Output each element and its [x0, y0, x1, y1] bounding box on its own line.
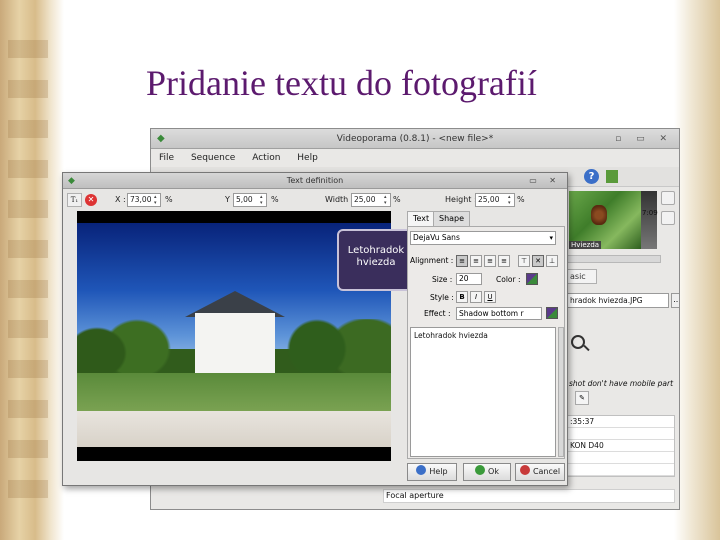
width-label: Width :: [325, 195, 354, 204]
dialog-button-row: Help Ok Cancel: [407, 461, 567, 483]
image-thumbnail-next[interactable]: [641, 191, 657, 249]
dialog-window-controls[interactable]: ▭ ✕: [529, 173, 561, 189]
decorative-left-border: [0, 0, 64, 540]
underline-button[interactable]: U: [484, 291, 496, 303]
photo-lawn: [77, 373, 391, 411]
valign-middle-icon[interactable]: ✕: [532, 255, 544, 267]
tab-text[interactable]: Text: [407, 211, 436, 226]
alignment-label: Alignment :: [410, 256, 454, 265]
search-icon[interactable]: [571, 335, 585, 349]
text-content-area[interactable]: Letohradok hviezda: [410, 327, 556, 457]
exit-icon[interactable]: [606, 170, 618, 183]
ok-button[interactable]: Ok: [463, 463, 511, 481]
x-label: X :: [115, 195, 126, 204]
dialog-title: Text definition: [286, 176, 344, 185]
cancel-button-label: Cancel: [532, 467, 561, 476]
main-titlebar: ◆ Videoporama (0.8.1) - <new file>* ▫ ▭ …: [151, 129, 679, 149]
dialog-app-icon: ◆: [68, 176, 75, 186]
text-overlay-box[interactable]: Letohradok hviezda: [337, 229, 415, 291]
mobile-part-note: shot don't have mobile part: [569, 379, 674, 388]
font-select[interactable]: DejaVu Sans: [410, 231, 556, 245]
effect-label: Effect :: [424, 309, 451, 318]
slide-title: Pridanie textu do fotografií: [146, 63, 537, 103]
text-tab-body: DejaVu Sans Alignment : ≡ ≡ ≡ ≡ ⊤ ✕ ⊥ Si…: [407, 226, 565, 459]
menu-action[interactable]: Action: [252, 153, 280, 163]
thumbnail-label: Hviezda: [569, 241, 602, 249]
help-icon[interactable]: ?: [584, 169, 599, 184]
valign-bottom-icon[interactable]: ⊥: [546, 255, 558, 267]
height-spinbox[interactable]: 25,00: [475, 193, 515, 207]
check-icon: [475, 465, 486, 475]
image-preview[interactable]: Letohradok hviezda: [77, 211, 415, 461]
photo-castle: [195, 313, 275, 373]
main-menubar: File Sequence Action Help: [151, 149, 679, 167]
edit-icon[interactable]: ✎: [575, 391, 589, 405]
menu-help[interactable]: Help: [297, 153, 318, 163]
x-unit: %: [165, 195, 173, 204]
valign-top-icon[interactable]: ⊤: [518, 255, 530, 267]
text-definition-dialog: ◆ Text definition ▭ ✕ T₁ ✕ X : 73,00 % Y…: [62, 172, 568, 486]
cancel-icon: [519, 465, 530, 475]
table-row: [564, 428, 674, 440]
y-spinbox[interactable]: 5,00: [233, 193, 267, 207]
size-spinbox[interactable]: 20: [456, 273, 482, 285]
table-row: :35:37: [564, 416, 674, 428]
effect-color-icon[interactable]: [546, 307, 558, 319]
thumbnail-scrollbar[interactable]: [567, 255, 661, 263]
main-window-title: Videoporama (0.8.1) - <new file>*: [336, 134, 494, 144]
effect-select[interactable]: Shadow bottom r: [456, 307, 542, 320]
browse-button[interactable]: ...: [671, 293, 679, 308]
focal-aperture-row: Focal aperture: [383, 489, 675, 503]
add-image-icon[interactable]: [661, 191, 675, 205]
app-icon: ◆: [157, 133, 165, 144]
delete-text-icon[interactable]: ✕: [85, 194, 97, 206]
exif-table: :35:37 KON D40: [563, 415, 675, 477]
ok-button-label: Ok: [488, 467, 499, 476]
width-spinbox[interactable]: 25,00: [351, 193, 391, 207]
window-controls[interactable]: ▫ ▭ ✕: [615, 129, 673, 149]
align-center-icon[interactable]: ≡: [470, 255, 482, 267]
dialog-titlebar: ◆ Text definition ▭ ✕: [63, 173, 567, 189]
color-picker-icon[interactable]: [526, 273, 538, 285]
table-row: KON D40: [564, 440, 674, 452]
text-properties-panel: Text Shape DejaVu Sans Alignment : ≡ ≡ ≡…: [407, 211, 565, 459]
menu-file[interactable]: File: [159, 153, 174, 163]
tab-basic[interactable]: asic: [567, 269, 597, 284]
photo-path: [77, 411, 391, 447]
help-button-label: Help: [429, 467, 448, 476]
style-label: Style :: [430, 293, 454, 302]
decorative-right-border: [674, 0, 720, 540]
help-button[interactable]: Help: [407, 463, 457, 481]
italic-button[interactable]: I: [470, 291, 482, 303]
add-text-icon[interactable]: T₁: [67, 193, 82, 207]
align-justify-icon[interactable]: ≡: [498, 255, 510, 267]
file-name-field[interactable]: hradok hviezda.JPG: [567, 293, 669, 308]
tab-shape[interactable]: Shape: [433, 211, 471, 226]
x-spinbox[interactable]: 73,00: [127, 193, 161, 207]
table-row: [564, 452, 674, 464]
zoom-icon[interactable]: [661, 211, 675, 225]
help-icon: [416, 465, 427, 475]
text-area-scrollbar[interactable]: [558, 327, 564, 457]
table-row: [564, 464, 674, 476]
thumbnail-duration: 7:09: [642, 209, 658, 217]
menu-sequence[interactable]: Sequence: [191, 153, 235, 163]
cancel-button[interactable]: Cancel: [515, 463, 565, 481]
height-unit: %: [517, 195, 525, 204]
width-unit: %: [393, 195, 401, 204]
overlay-line: hviezda: [356, 257, 396, 268]
dialog-toolbar: T₁ ✕ X : 73,00 % Y : 5,00 % Width : 25,0…: [63, 189, 567, 211]
bold-button[interactable]: B: [456, 291, 468, 303]
height-label: Height :: [445, 195, 477, 204]
size-label: Size :: [432, 275, 453, 284]
align-left-icon[interactable]: ≡: [456, 255, 468, 267]
y-unit: %: [271, 195, 279, 204]
align-right-icon[interactable]: ≡: [484, 255, 496, 267]
overlay-line: Letohradok: [347, 245, 405, 256]
color-label: Color :: [496, 275, 521, 284]
